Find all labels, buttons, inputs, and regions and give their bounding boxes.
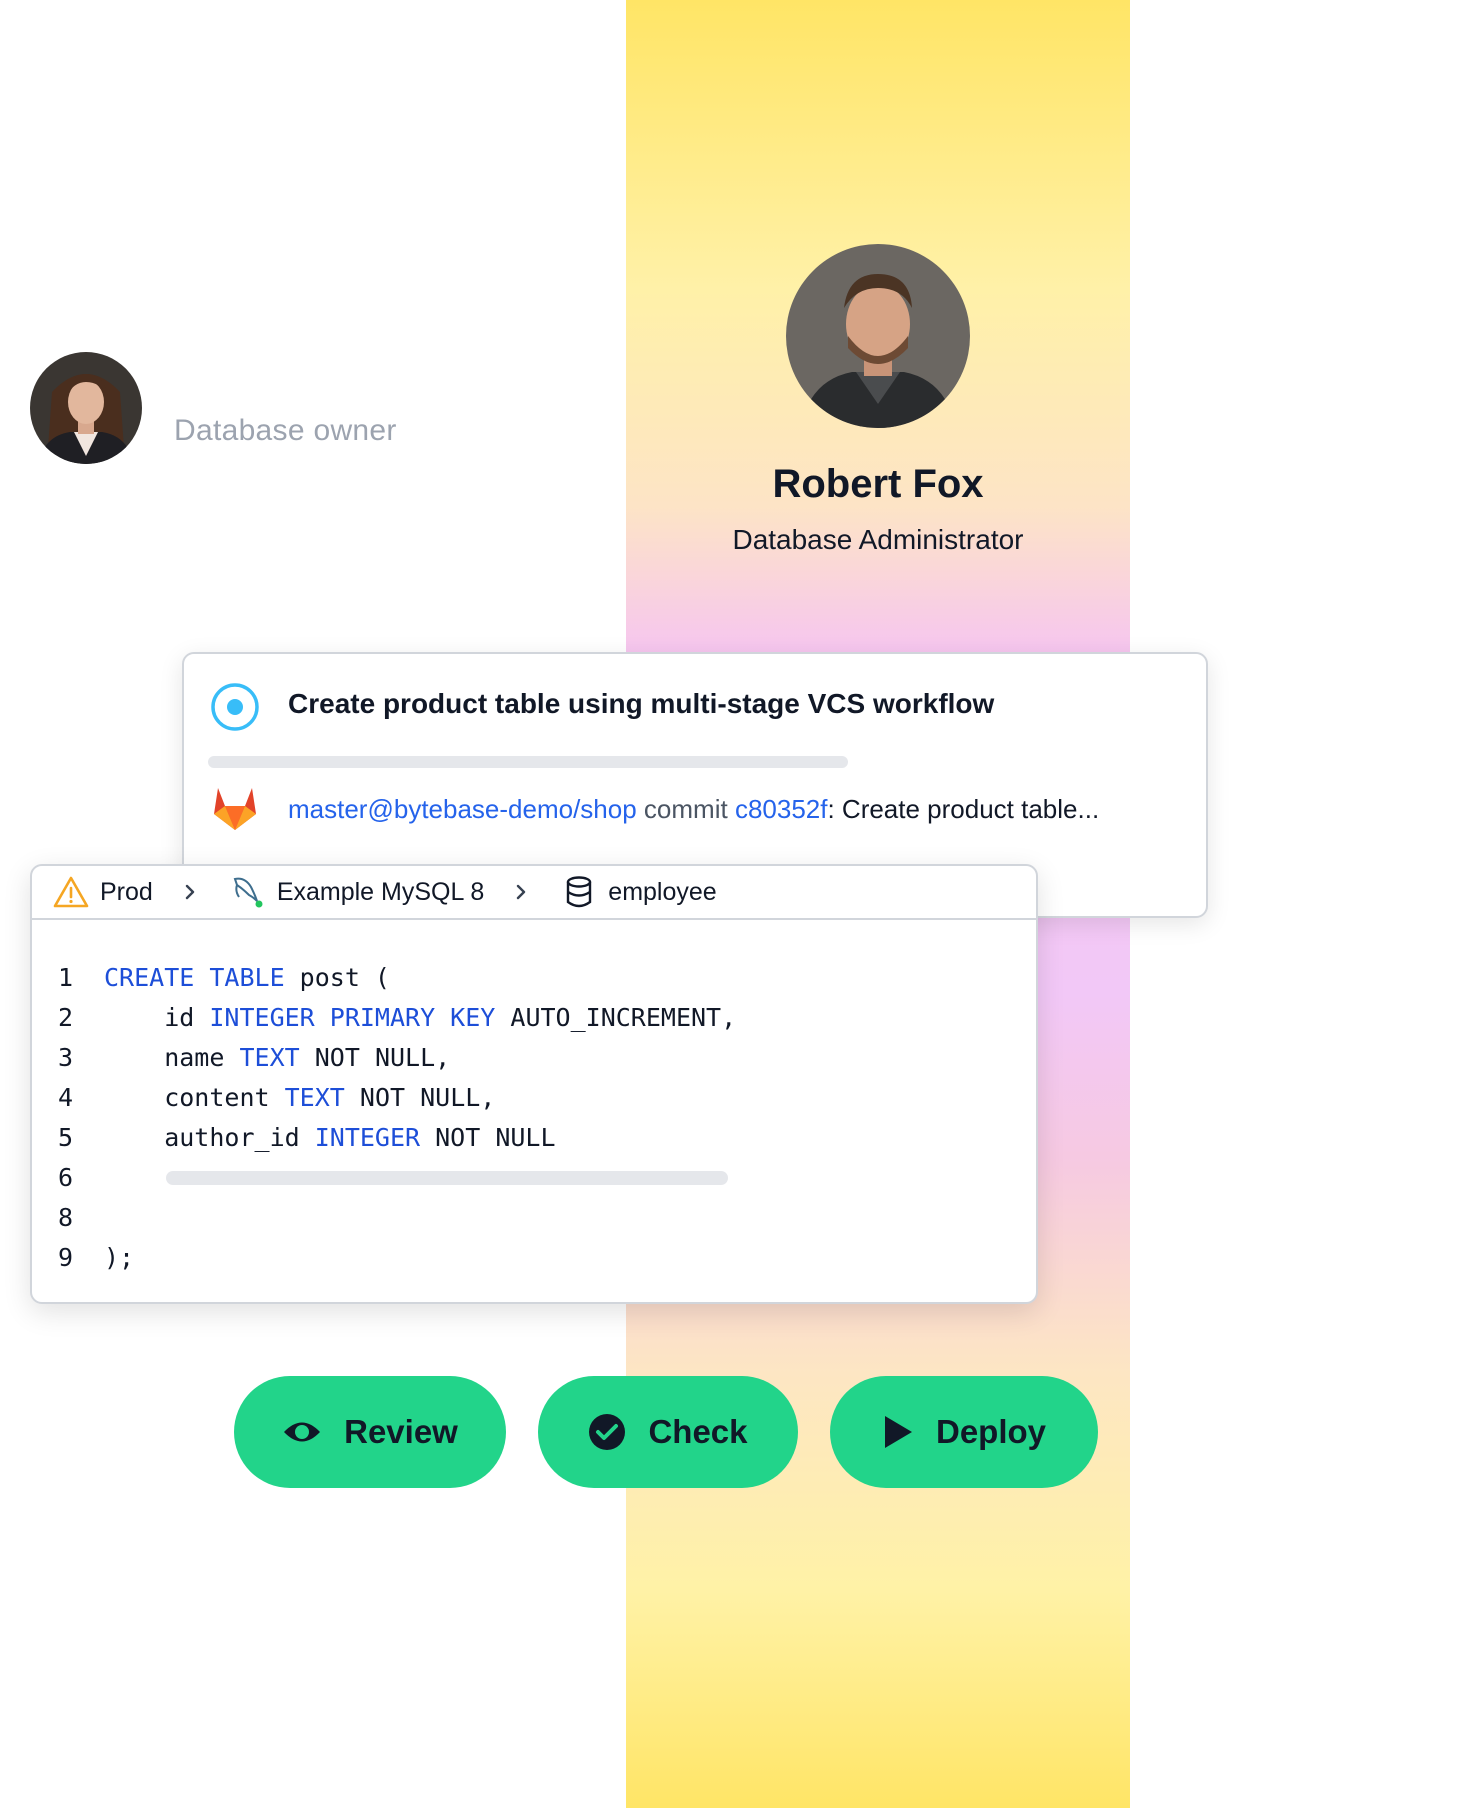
commit-hash-link[interactable]: c80352f [735,794,828,824]
code-text: name TEXT NOT NULL, [104,1038,450,1078]
admin-role: Database Administrator [732,524,1024,555]
deploy-button[interactable]: Deploy [830,1376,1098,1488]
line-number: 6 [58,1163,74,1192]
gitlab-icon [214,788,256,830]
line-number: 2 [58,1003,74,1032]
sql-keyword: TEXT [284,1083,345,1112]
admin-name: Robert Fox [772,462,984,506]
database-cylinder-icon [567,876,592,908]
sql-editor-card: Prod Example MySQL 8 employee 1 CREATE TA… [30,864,1038,1304]
code-line: 1 CREATE TABLE post ( [32,958,1036,998]
admin-avatar [786,244,970,428]
warning-triangle-icon [53,876,89,908]
chevron-right-icon [185,884,195,900]
check-button[interactable]: Check [538,1376,798,1488]
issue-title[interactable]: Create product table using multi-stage V… [288,688,994,720]
line-number: 4 [58,1083,74,1112]
code-text: id INTEGER PRIMARY KEY AUTO_INCREMENT, [104,998,736,1038]
in-progress-circle-icon [211,683,259,731]
code-line: 8 [32,1198,1036,1238]
sql-token: ); [104,1243,135,1272]
sql-keyword: CREATE TABLE [104,963,285,992]
sql-keyword: INTEGER PRIMARY KEY [209,1003,496,1032]
code-text: CREATE TABLE post ( [104,958,390,998]
code-text: author_id INTEGER NOT NULL [104,1118,556,1158]
code-line: 4 content TEXT NOT NULL, [32,1078,1036,1118]
sql-keyword: INTEGER [314,1123,421,1152]
sql-token: id [104,1003,210,1032]
breadcrumb-database[interactable]: employee [560,875,717,909]
sql-token: AUTO_INCREMENT, [495,1003,737,1032]
line-number: 1 [58,963,74,992]
code-line: 9); [32,1238,1036,1278]
loading-placeholder [208,756,848,768]
commit-message: : Create product table... [827,794,1100,824]
breadcrumb: Prod Example MySQL 8 employee [32,866,1036,920]
code-area[interactable]: 1 CREATE TABLE post (2 id INTEGER PRIMARY… [32,958,1036,1278]
sql-token: name [104,1043,240,1072]
repo-link[interactable]: master@bytebase-demo/shop [288,794,637,824]
line-number: 9 [58,1243,74,1272]
eye-icon [284,1422,321,1442]
sql-keyword: TEXT [239,1043,300,1072]
check-label: Check [648,1413,748,1450]
loading-placeholder [166,1171,728,1185]
breadcrumb-environment[interactable]: Prod [52,875,153,909]
code-text: ); [104,1238,134,1278]
commit-line: master@bytebase-demo/shop commit c80352f… [288,794,1099,825]
environment-label: Prod [100,877,153,906]
sql-token: post ( [284,963,390,992]
play-icon [884,1416,912,1448]
sql-token: NOT NULL, [299,1043,451,1072]
line-number: 3 [58,1043,74,1072]
instance-label: Example MySQL 8 [276,877,485,906]
line-number: 5 [58,1123,74,1152]
sql-token: NOT NULL, [344,1083,496,1112]
deploy-label: Deploy [935,1413,1047,1450]
sql-token: content [104,1083,285,1112]
breadcrumb-instance[interactable]: Example MySQL 8 [229,875,484,909]
mysql-dolphin-icon [233,877,263,908]
code-line: 2 id INTEGER PRIMARY KEY AUTO_INCREMENT, [32,998,1036,1038]
commit-word: commit [643,794,728,824]
owner-role: Database owner [174,414,397,447]
sql-token: NOT NULL [420,1123,556,1152]
check-circle-icon [589,1414,626,1450]
code-line: 6 [32,1158,1036,1198]
database-label: employee [608,877,717,906]
sql-token: author_id [104,1123,315,1152]
review-label: Review [344,1413,458,1450]
code-line: 5 author_id INTEGER NOT NULL [32,1118,1036,1158]
owner-avatar [30,352,142,464]
line-number: 8 [58,1203,74,1232]
review-button[interactable]: Review [234,1376,506,1488]
chevron-right-icon [517,884,526,900]
code-line: 3 name TEXT NOT NULL, [32,1038,1036,1078]
code-text: content TEXT NOT NULL, [104,1078,495,1118]
